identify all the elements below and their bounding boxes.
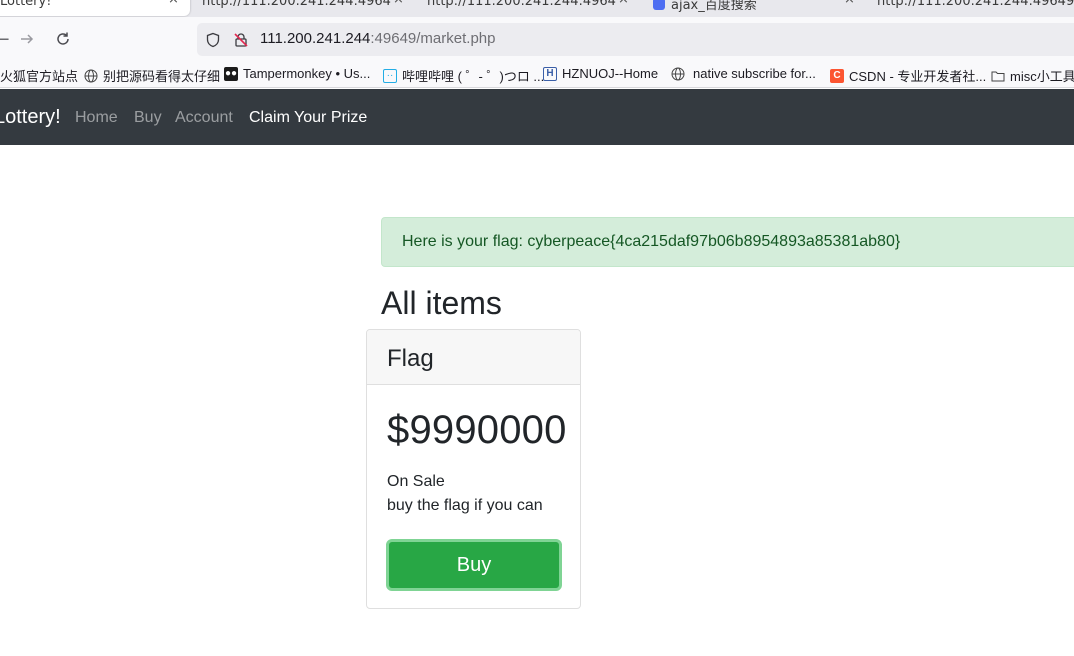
browser-tab-active[interactable]: Lottery! × — [0, 0, 190, 16]
bookmark-native[interactable]: native subscribe for... — [671, 66, 816, 81]
bookmark-misc[interactable]: misc小工具 — [991, 66, 1074, 85]
close-tab-icon[interactable]: × — [618, 0, 629, 7]
browser-tab[interactable]: http://111.200.241.244:49649/ma × — [427, 0, 632, 16]
tampermonkey-icon: ●● — [224, 66, 238, 81]
item-description: buy the flag if you can — [387, 497, 543, 514]
page-title: All items — [381, 285, 502, 321]
buy-button[interactable]: Buy — [386, 539, 562, 591]
bookmark-label: 别把源码看得太仔细 — [103, 69, 221, 84]
browser-tab[interactable]: http://111.200.241.244:49649/inc × — [202, 0, 407, 16]
url-path: :49649/market.php — [370, 30, 496, 47]
site-navbar: Lottery! Home Buy Account Claim Your Pri… — [0, 89, 1074, 145]
baidu-icon — [653, 0, 665, 10]
nav-buy[interactable]: Buy — [134, 109, 162, 127]
bookmark-hznuoj[interactable]: H HZNUOJ--Home — [543, 66, 658, 81]
tab-title: Lottery! — [0, 0, 52, 9]
folder-icon — [991, 69, 1005, 83]
back-icon[interactable]: ← — [0, 27, 14, 51]
tab-title-text: ajax_百度搜索 — [671, 0, 757, 13]
browser-tab[interactable]: ajax_百度搜索 × — [653, 0, 858, 16]
browser-toolbar: ← 111.200.241.244:49649/market.php — [0, 17, 1074, 62]
close-tab-icon[interactable]: × — [844, 0, 855, 7]
bookmark-tampermonkey[interactable]: ●● Tampermonkey • Us... — [224, 66, 370, 81]
flag-alert: Here is your flag: cyberpeace{4ca215daf9… — [381, 217, 1074, 267]
tab-strip: Lottery! × http://111.200.241.244:49649/… — [0, 0, 1074, 17]
globe-icon — [671, 67, 685, 81]
site-brand[interactable]: Lottery! — [0, 106, 61, 129]
bookmark-label: 火狐官方站点 — [0, 69, 79, 84]
tab-title: http://111.200.241.244:49649/inc — [877, 0, 1074, 9]
csdn-icon: C — [830, 68, 844, 83]
bookmark-csdn[interactable]: C CSDN - 专业开发者社... — [830, 66, 986, 85]
flag-alert-text: Here is your flag: cyberpeace{4ca215daf9… — [402, 233, 901, 250]
reload-icon[interactable] — [51, 27, 75, 51]
url-bar[interactable]: 111.200.241.244:49649/market.php — [197, 23, 1074, 56]
bookmarks-toolbar: 火狐官方站点 别把源码看得太仔细 ●● Tampermonkey • Us...… — [0, 62, 1074, 88]
url-text[interactable]: 111.200.241.244:49649/market.php — [260, 30, 495, 47]
bookmark-label: native subscribe for... — [693, 66, 816, 81]
nav-claim-prize[interactable]: Claim Your Prize — [249, 109, 367, 127]
bookmark-label: 哔哩哔哩 ( ゜- ゜)つロ ... — [402, 69, 545, 84]
tab-title: http://111.200.241.244:49649/ma — [427, 0, 617, 9]
bookmark-label: CSDN - 专业开发者社... — [849, 69, 987, 84]
close-tab-icon[interactable]: × — [168, 0, 179, 7]
bookmark-label: misc小工具 — [1010, 69, 1074, 84]
item-price: $9990000 — [387, 408, 567, 452]
browser-tab[interactable]: http://111.200.241.244:49649/inc — [877, 0, 1074, 16]
nav-home[interactable]: Home — [75, 109, 118, 127]
card-title: Flag — [387, 345, 434, 372]
url-host: 111.200.241.244 — [260, 30, 371, 47]
close-tab-icon[interactable]: × — [393, 0, 404, 7]
tab-title: ajax_百度搜索 — [653, 0, 858, 13]
bilibili-icon: ·· — [383, 68, 397, 83]
bookmark-label: HZNUOJ--Home — [562, 66, 659, 81]
bookmark-source[interactable]: 别把源码看得太仔细 — [84, 66, 220, 85]
bookmark-firefox[interactable]: 火狐官方站点 — [0, 66, 78, 85]
bookmark-label: Tampermonkey • Us... — [243, 66, 371, 81]
insecure-lock-icon[interactable] — [232, 31, 250, 49]
forward-icon[interactable] — [15, 27, 39, 51]
item-card: Flag $9990000 On Sale buy the flag if yo… — [366, 329, 581, 609]
shield-icon[interactable] — [204, 31, 222, 49]
bookmark-bilibili[interactable]: ·· 哔哩哔哩 ( ゜- ゜)つロ ... — [383, 66, 544, 85]
nav-account[interactable]: Account — [175, 109, 233, 127]
globe-icon — [84, 69, 98, 83]
h-icon: H — [543, 66, 557, 81]
card-header: Flag — [367, 330, 580, 385]
tab-title: http://111.200.241.244:49649/inc — [202, 0, 392, 9]
item-status: On Sale — [387, 473, 445, 490]
